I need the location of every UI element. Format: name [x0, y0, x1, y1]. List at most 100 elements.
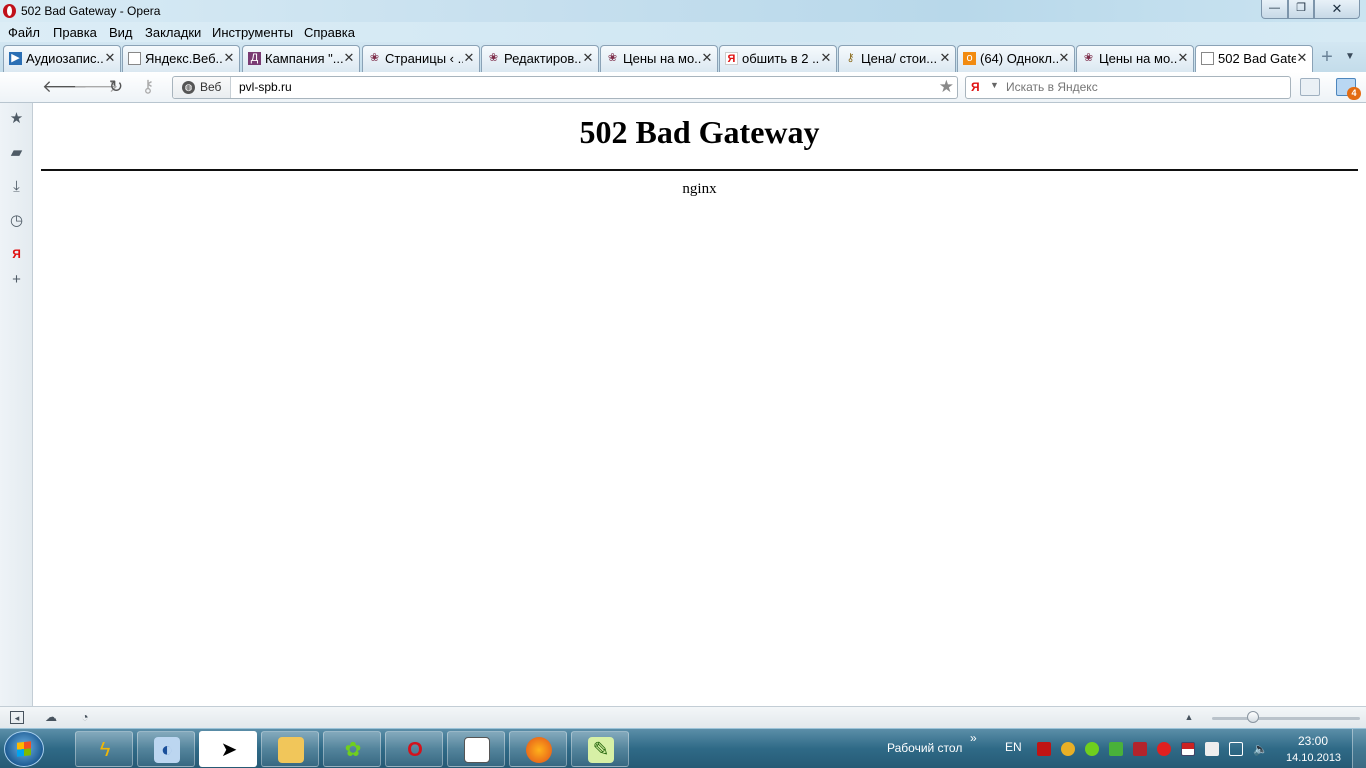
flag-tray-icon[interactable]: [1181, 742, 1195, 756]
tab-close-icon[interactable]: ✕: [1177, 50, 1189, 66]
tab-odnoklassniki[interactable]: o (64) Однокл... ✕: [957, 45, 1075, 72]
tab-close-icon[interactable]: ✕: [1296, 50, 1308, 66]
notepad-plus-icon: ✎: [588, 737, 614, 763]
tab-label: Цены на мо...: [1099, 51, 1177, 66]
status-bar: ◂ ☁ ◔ ▲: [0, 706, 1366, 728]
wordpress-icon: ❀: [488, 52, 499, 64]
tab-close-icon[interactable]: ✕: [223, 50, 235, 66]
mail-count-badge: 4: [1347, 87, 1361, 100]
menu-edit[interactable]: Правка: [53, 25, 97, 40]
winamp-icon: ϟ: [99, 739, 111, 761]
tab-campaign[interactable]: Д Кампания "... ✕: [242, 45, 360, 72]
icq-tray-icon[interactable]: [1085, 742, 1099, 756]
tab-close-icon[interactable]: ✕: [820, 50, 832, 66]
tab-502-bad-gateway[interactable]: 502 Bad Gate... ✕: [1195, 45, 1313, 73]
title-bar: 502 Bad Gateway - Opera — ❐ ✕: [0, 0, 1366, 22]
menu-file[interactable]: Файл: [8, 25, 40, 40]
taskbar-media-player[interactable]: ◐: [137, 731, 195, 767]
menu-view[interactable]: Вид: [109, 25, 133, 40]
tab-yandex-search[interactable]: Я обшить в 2 ... ✕: [719, 45, 837, 72]
tab-prices-2[interactable]: ❀ Цены на мо... ✕: [1076, 45, 1194, 72]
address-field[interactable]: ◍ Веб pvl-spb.ru ★: [172, 76, 958, 99]
search-engine-dropdown-icon[interactable]: ▼: [990, 80, 999, 90]
wand-key-icon[interactable]: ⚷: [137, 77, 159, 97]
site-badge[interactable]: ◍ Веб: [173, 77, 231, 98]
tab-close-icon[interactable]: ✕: [701, 50, 713, 66]
yandex-icon[interactable]: Я: [971, 81, 983, 94]
tab-prices-1[interactable]: ❀ Цены на мо... ✕: [600, 45, 718, 72]
divider: [41, 169, 1358, 171]
taskbar-firefox[interactable]: [509, 731, 567, 767]
taskbar-cursor-app[interactable]: ➤: [199, 731, 257, 767]
panel-toggle-icon[interactable]: ◂: [10, 711, 24, 724]
tab-close-icon[interactable]: ✕: [343, 50, 355, 66]
tab-yandex-webmaster[interactable]: Яндекс.Веб... ✕: [122, 45, 240, 72]
icq-flower-icon: ✿: [344, 739, 362, 761]
antivirus-tray-icon[interactable]: [1133, 742, 1147, 756]
close-window-button[interactable]: ✕: [1314, 0, 1360, 19]
device-tray-icon[interactable]: [1205, 742, 1219, 756]
add-panel-icon[interactable]: +: [8, 271, 25, 288]
tab-edit[interactable]: ❀ Редактиров... ✕: [481, 45, 599, 72]
search-input[interactable]: [1006, 80, 1276, 94]
history-clock-icon[interactable]: ◷: [8, 212, 25, 229]
taskbar-winamp[interactable]: ϟ: [75, 731, 133, 767]
opera-tray-icon[interactable]: [1157, 742, 1171, 756]
search-field[interactable]: Я ▼: [965, 76, 1291, 99]
taskbar-explorer[interactable]: [261, 731, 319, 767]
toolbar-expand-chevron-icon[interactable]: »: [970, 731, 977, 745]
language-indicator[interactable]: EN: [1005, 740, 1022, 754]
menu-bookmarks[interactable]: Закладки: [145, 25, 201, 40]
new-tab-button[interactable]: +: [1316, 47, 1338, 69]
downloads-icon[interactable]: ⤓: [8, 178, 25, 195]
url-text[interactable]: pvl-spb.ru: [239, 80, 292, 94]
opera-unite-cloud-icon[interactable]: ☁: [44, 711, 58, 724]
taskbar-notepad-plus[interactable]: ✎: [571, 731, 629, 767]
view-up-icon[interactable]: ▲: [1182, 711, 1196, 724]
tab-close-icon[interactable]: ✕: [463, 50, 475, 66]
zoom-slider-thumb[interactable]: [1247, 711, 1259, 723]
opera-logo-icon[interactable]: [3, 4, 16, 18]
back-button[interactable]: 🡐: [42, 77, 88, 97]
yandex-panel-icon[interactable]: Я: [8, 246, 25, 263]
firefox-icon: [526, 737, 552, 763]
site-badge-label: Веб: [200, 80, 222, 94]
taskbar-window-app[interactable]: [447, 731, 505, 767]
clock-time[interactable]: 23:00: [1298, 734, 1328, 748]
bookmarks-star-icon[interactable]: ★: [8, 110, 25, 127]
notes-icon[interactable]: [1300, 78, 1320, 96]
taskbar-opera[interactable]: O: [385, 731, 443, 767]
maximize-button[interactable]: ❐: [1288, 0, 1314, 19]
taskbar-icq[interactable]: ✿: [323, 731, 381, 767]
tab-close-icon[interactable]: ✕: [1058, 50, 1070, 66]
bookmark-star-icon[interactable]: ★: [939, 77, 954, 97]
desktop-toolbar-label[interactable]: Рабочий стол: [887, 741, 962, 755]
show-desktop-button[interactable]: [1352, 729, 1366, 768]
tab-price-cost[interactable]: ⚷ Цена/ стои... ✕: [838, 45, 956, 72]
network-tray-icon[interactable]: [1229, 742, 1243, 756]
security-check-tray-icon[interactable]: [1109, 742, 1123, 756]
adobe-tray-icon[interactable]: [1037, 742, 1051, 756]
tab-pages[interactable]: ❀ Страницы ‹ ... ✕: [362, 45, 480, 72]
tray-app-icon[interactable]: [1061, 742, 1075, 756]
tab-audio[interactable]: ▶ Аудиозапис... ✕: [3, 45, 121, 72]
tab-close-icon[interactable]: ✕: [104, 50, 116, 66]
opera-icon: O: [407, 739, 423, 761]
key-icon: ⚷: [846, 52, 855, 64]
clock-date[interactable]: 14.10.2013: [1286, 752, 1341, 764]
tab-menu-chevron-icon[interactable]: ▼: [1345, 51, 1355, 62]
menu-help[interactable]: Справка: [304, 25, 355, 40]
notes-panel-icon[interactable]: ▰: [8, 144, 25, 161]
volume-tray-icon[interactable]: 🔈: [1253, 742, 1268, 756]
reload-button[interactable]: ↻: [105, 77, 127, 97]
forward-button[interactable]: 🡒: [73, 77, 119, 97]
start-button[interactable]: [4, 731, 44, 767]
server-name: nginx: [682, 181, 717, 197]
opera-turbo-icon[interactable]: ◔: [78, 711, 92, 724]
menu-tools[interactable]: Инструменты: [212, 25, 293, 40]
tab-label: Яндекс.Веб...: [145, 51, 223, 66]
tab-close-icon[interactable]: ✕: [939, 50, 951, 66]
minimize-button[interactable]: —: [1261, 0, 1288, 19]
zoom-slider[interactable]: [1212, 717, 1360, 720]
tab-close-icon[interactable]: ✕: [582, 50, 594, 66]
